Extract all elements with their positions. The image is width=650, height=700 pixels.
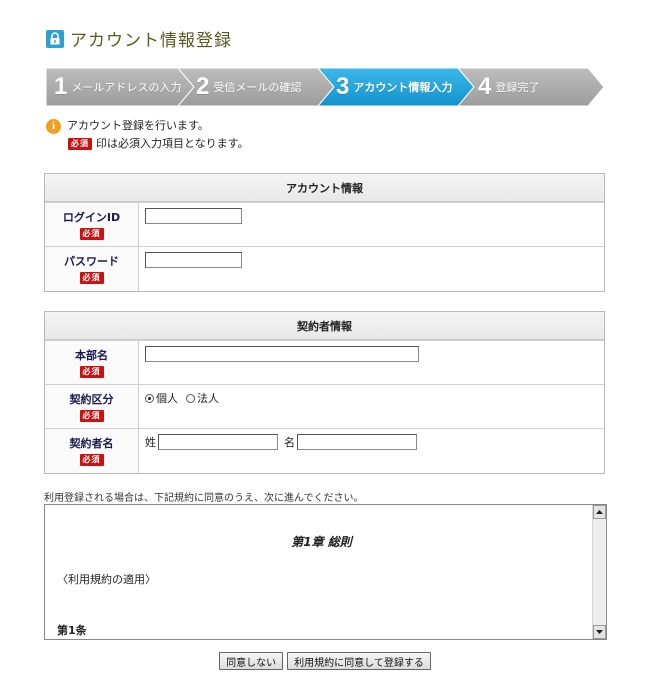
first-name-input[interactable] <box>297 434 417 450</box>
required-badge: 必須 <box>79 454 104 466</box>
disagree-button[interactable]: 同意しない <box>219 652 284 670</box>
terms-textarea[interactable]: 第1章 総則 〈利用規約の適用〉 第1条 <box>44 504 607 640</box>
required-badge: 必須 <box>79 228 104 240</box>
step-indicator: 1 メールアドレスの入力 2 受信メールの確認 3 アカウント情報入力 4 登録… <box>46 68 606 106</box>
login-id-label-cell: ログインID 必須 <box>45 203 139 246</box>
corporate-radio[interactable] <box>186 393 195 403</box>
arrow-down-icon <box>596 630 603 634</box>
corporate-radio-label[interactable]: 法人 <box>197 390 219 406</box>
first-name-label: 名 <box>284 436 295 449</box>
contractor-info-header: 契約者情報 <box>45 312 604 340</box>
step-1-label: メールアドレスの入力 <box>71 81 182 94</box>
terms-scrollbar[interactable] <box>592 505 606 639</box>
password-label: パスワード <box>64 255 119 268</box>
contract-type-label: 契約区分 <box>69 393 114 406</box>
step-3: 3 アカウント情報入力 <box>336 68 452 106</box>
notice-line1: アカウント登録を行います。 <box>67 119 209 132</box>
arrow-up-icon <box>596 510 603 514</box>
terms-chapter: 第1章 総則 <box>291 535 352 549</box>
department-input[interactable] <box>145 346 419 362</box>
individual-radio-label[interactable]: 個人 <box>156 390 178 406</box>
terms-section-heading: 〈利用規約の適用〉 <box>57 573 156 586</box>
notice: i アカウント登録を行います。 必須 印は必須入力項目となります。 <box>46 118 249 152</box>
page-title: アカウント情報登録 <box>70 31 232 51</box>
step-4-number: 4 <box>478 73 492 100</box>
page-title-area: アカウント情報登録 <box>46 26 232 51</box>
step-4: 4 登録完了 <box>478 68 539 106</box>
last-name-input[interactable] <box>158 434 278 450</box>
password-cell <box>139 247 604 291</box>
individual-radio[interactable] <box>145 393 154 403</box>
scroll-up-button[interactable] <box>593 505 606 519</box>
lock-icon <box>46 29 64 48</box>
account-info-panel: アカウント情報 ログインID 必須 パスワード 必須 <box>44 173 605 292</box>
step-2: 2 受信メールの確認 <box>196 68 301 106</box>
required-badge: 必須 <box>79 366 104 378</box>
contractor-name-row: 契約者名 必須 姓 名 <box>45 428 604 473</box>
contractor-name-label-cell: 契約者名 必須 <box>45 429 139 473</box>
contract-type-cell: 個人 法人 <box>139 385 604 428</box>
step-2-label: 受信メールの確認 <box>213 81 302 94</box>
required-badge: 必須 <box>79 410 104 422</box>
department-row: 本部名 必須 <box>45 340 604 384</box>
department-label: 本部名 <box>75 349 108 362</box>
terms-article: 第1条 <box>57 624 87 637</box>
account-info-header: アカウント情報 <box>45 174 604 202</box>
required-badge: 必須 <box>68 138 92 150</box>
terms-content: 第1章 総則 〈利用規約の適用〉 第1条 <box>55 505 588 639</box>
last-name-label: 姓 <box>145 436 156 449</box>
password-row: パスワード 必須 <box>45 246 604 291</box>
agree-register-button[interactable]: 利用規約に同意して登録する <box>287 652 431 670</box>
notice-line2: 印は必須入力項目となります。 <box>96 137 249 150</box>
department-label-cell: 本部名 必須 <box>45 341 139 384</box>
step-3-label: アカウント情報入力 <box>353 81 453 94</box>
password-input[interactable] <box>145 252 242 268</box>
action-buttons: 同意しない 利用規約に同意して登録する <box>0 652 650 670</box>
step-2-number: 2 <box>196 73 210 100</box>
login-id-cell <box>139 203 604 246</box>
login-id-input[interactable] <box>145 208 242 224</box>
contract-type-row: 契約区分 必須 個人 法人 <box>45 384 604 428</box>
scroll-down-button[interactable] <box>593 625 606 639</box>
login-id-row: ログインID 必須 <box>45 202 604 246</box>
department-cell <box>139 341 604 384</box>
contractor-name-cell: 姓 名 <box>139 429 604 473</box>
info-icon: i <box>46 118 61 134</box>
contract-type-label-cell: 契約区分 必須 <box>45 385 139 428</box>
contractor-name-label: 契約者名 <box>69 437 114 450</box>
step-3-number: 3 <box>336 73 350 100</box>
contractor-info-panel: 契約者情報 本部名 必須 契約区分 必須 個人 法人 契約者名 必須 姓 名 <box>44 311 605 474</box>
step-4-label: 登録完了 <box>495 81 540 94</box>
required-badge: 必須 <box>79 272 104 284</box>
step-1-number: 1 <box>54 73 68 100</box>
terms-intro: 利用登録される場合は、下記規約に同意のうえ、次に進んでください。 <box>44 493 364 504</box>
password-label-cell: パスワード 必須 <box>45 247 139 291</box>
login-id-label: ログインID <box>62 211 121 224</box>
step-1: 1 メールアドレスの入力 <box>54 68 181 106</box>
